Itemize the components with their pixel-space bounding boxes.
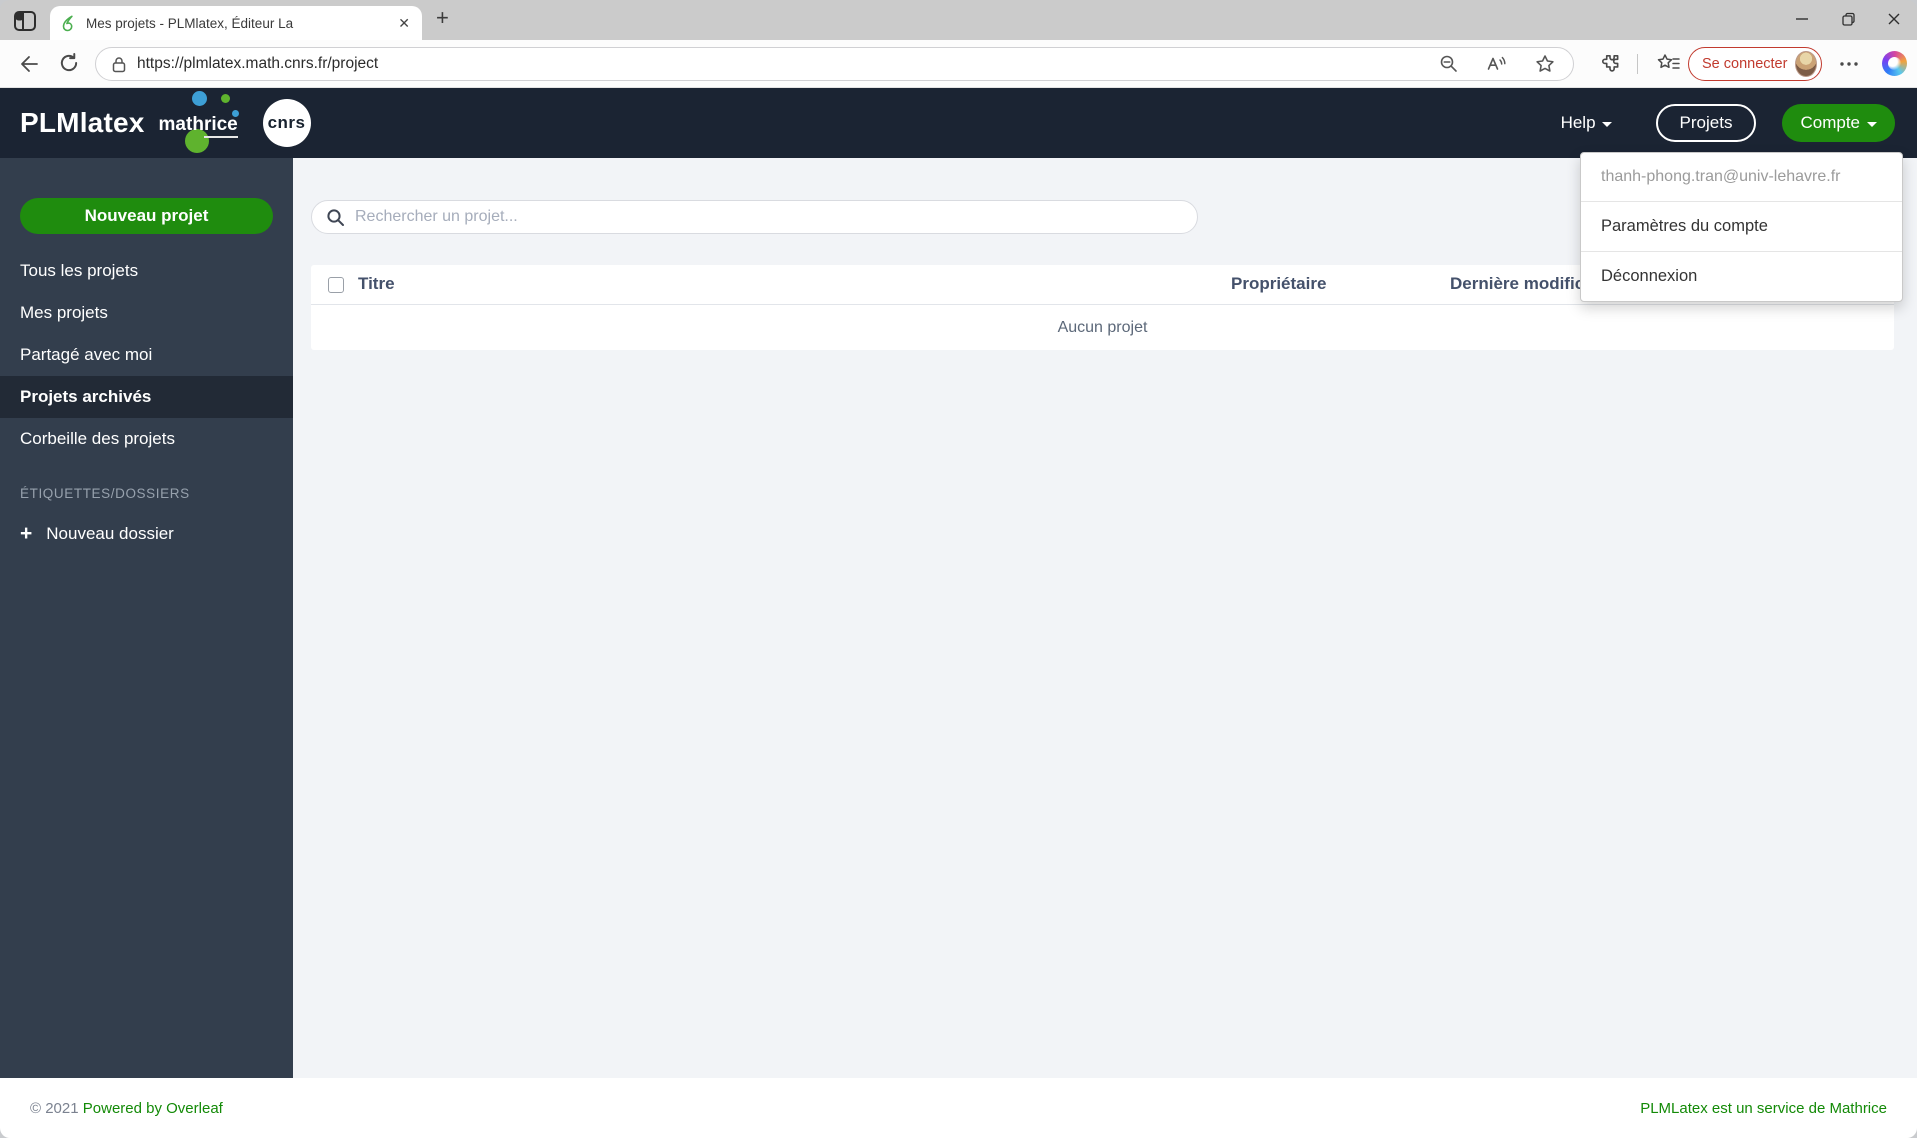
tab-close-icon[interactable]: ✕ bbox=[396, 15, 412, 32]
avatar bbox=[1795, 51, 1817, 77]
copilot-icon[interactable] bbox=[1882, 51, 1907, 76]
new-folder-button[interactable]: + Nouveau dossier bbox=[0, 523, 293, 544]
tab-actions-menu-icon[interactable] bbox=[12, 8, 38, 34]
menu-item-account-settings[interactable]: Paramètres du compte bbox=[1581, 202, 1902, 251]
window-restore-button[interactable] bbox=[1825, 0, 1871, 38]
signin-label: Se connecter bbox=[1702, 56, 1788, 72]
new-folder-label: Nouveau dossier bbox=[46, 523, 174, 543]
chevron-down-icon bbox=[1601, 121, 1612, 127]
browser-window: Mes projets - PLMlatex, Éditeur La ✕ + h… bbox=[0, 0, 1917, 1138]
help-menu[interactable]: Help bbox=[1561, 113, 1612, 133]
toolbar-divider bbox=[1637, 54, 1638, 74]
more-options-icon[interactable] bbox=[1838, 56, 1862, 80]
sidebar-item-all-projects[interactable]: Tous les projets bbox=[0, 250, 293, 292]
sidebar-item-archived-projects[interactable]: Projets archivés bbox=[0, 376, 293, 418]
empty-state-label: Aucun projet bbox=[1057, 318, 1148, 336]
chevron-down-icon bbox=[1867, 121, 1877, 127]
tab-strip: Mes projets - PLMlatex, Éditeur La ✕ + bbox=[0, 0, 1917, 40]
navbar-right: Help Projets Compte bbox=[1561, 104, 1897, 142]
account-label: Compte bbox=[1800, 113, 1860, 132]
favorites-list-icon[interactable] bbox=[1656, 52, 1680, 76]
address-bar-icons bbox=[1439, 54, 1555, 74]
read-aloud-icon[interactable] bbox=[1486, 54, 1508, 74]
mathrice-service-link[interactable]: PLMLatex est un service de Mathrice bbox=[1640, 1100, 1887, 1117]
address-bar[interactable]: https://plmlatex.math.cnrs.fr/project bbox=[95, 47, 1574, 81]
refresh-icon[interactable] bbox=[58, 52, 82, 76]
mathrice-label-rice: rice bbox=[203, 114, 238, 138]
column-header-title[interactable]: Titre bbox=[358, 274, 395, 294]
copyright-label: © 2021 bbox=[30, 1099, 79, 1117]
account-button[interactable]: Compte bbox=[1782, 104, 1895, 142]
sidebar-item-shared-with-me[interactable]: Partagé avec moi bbox=[0, 334, 293, 376]
help-label: Help bbox=[1560, 113, 1596, 132]
browser-toolbar: https://plmlatex.math.cnrs.fr/project Se… bbox=[0, 40, 1917, 88]
favorite-star-icon[interactable] bbox=[1535, 54, 1555, 74]
project-search bbox=[311, 200, 1198, 234]
window-minimize-button[interactable] bbox=[1779, 0, 1825, 38]
mathrice-dot-blue bbox=[191, 91, 207, 106]
sidebar-nav: Tous les projets Mes projets Partagé ave… bbox=[0, 250, 293, 460]
new-project-button[interactable]: Nouveau projet bbox=[20, 198, 273, 234]
search-input[interactable] bbox=[355, 208, 1183, 226]
menu-item-logout[interactable]: Déconnexion bbox=[1581, 252, 1902, 301]
window-controls bbox=[1779, 0, 1917, 38]
column-header-owner[interactable]: Propriétaire bbox=[1231, 274, 1326, 294]
site-navbar: PLMlatex mathrice cnrs Help Projets Comp… bbox=[0, 88, 1917, 158]
account-email: thanh-phong.tran@univ-lehavre.fr bbox=[1601, 168, 1841, 185]
lock-icon[interactable] bbox=[112, 56, 126, 73]
browser-tab[interactable]: Mes projets - PLMlatex, Éditeur La ✕ bbox=[50, 6, 422, 40]
tab-favicon-overleaf-leaf-icon bbox=[60, 14, 77, 32]
account-dropdown-menu: thanh-phong.tran@univ-lehavre.fr Paramèt… bbox=[1580, 152, 1903, 302]
signin-button[interactable]: Se connecter bbox=[1688, 47, 1822, 81]
select-all-checkbox[interactable] bbox=[328, 277, 344, 293]
url-text[interactable]: https://plmlatex.math.cnrs.fr/project bbox=[137, 55, 1439, 73]
mathrice-logo: mathrice bbox=[158, 91, 251, 153]
sidebar-section-tags-folders: ÉTIQUETTES/DOSSIERS bbox=[20, 486, 190, 501]
mathrice-dot-green-small bbox=[220, 94, 230, 103]
footer: © 2021 Powered by Overleaf PLMLatex est … bbox=[0, 1078, 1917, 1138]
brand-plmlatex: PLMlatex bbox=[20, 107, 145, 138]
powered-by-overleaf-link[interactable]: Powered by Overleaf bbox=[83, 1100, 223, 1117]
mathrice-label-math: math bbox=[158, 114, 204, 135]
projects-button[interactable]: Projets bbox=[1655, 104, 1757, 142]
tab-title: Mes projets - PLMlatex, Éditeur La bbox=[86, 15, 294, 31]
new-tab-button[interactable]: + bbox=[436, 5, 449, 31]
sidebar: Nouveau projet Tous les projets Mes proj… bbox=[0, 158, 293, 1078]
plus-icon: + bbox=[20, 522, 33, 545]
window-close-button[interactable] bbox=[1871, 0, 1917, 38]
zoom-out-icon[interactable] bbox=[1439, 54, 1459, 74]
cnrs-logo: cnrs bbox=[262, 99, 311, 147]
sidebar-item-trashed-projects[interactable]: Corbeille des projets bbox=[0, 418, 293, 460]
back-icon[interactable] bbox=[16, 52, 40, 76]
sidebar-item-my-projects[interactable]: Mes projets bbox=[0, 292, 293, 334]
extensions-puzzle-icon[interactable] bbox=[1598, 52, 1622, 76]
search-icon bbox=[326, 208, 345, 227]
